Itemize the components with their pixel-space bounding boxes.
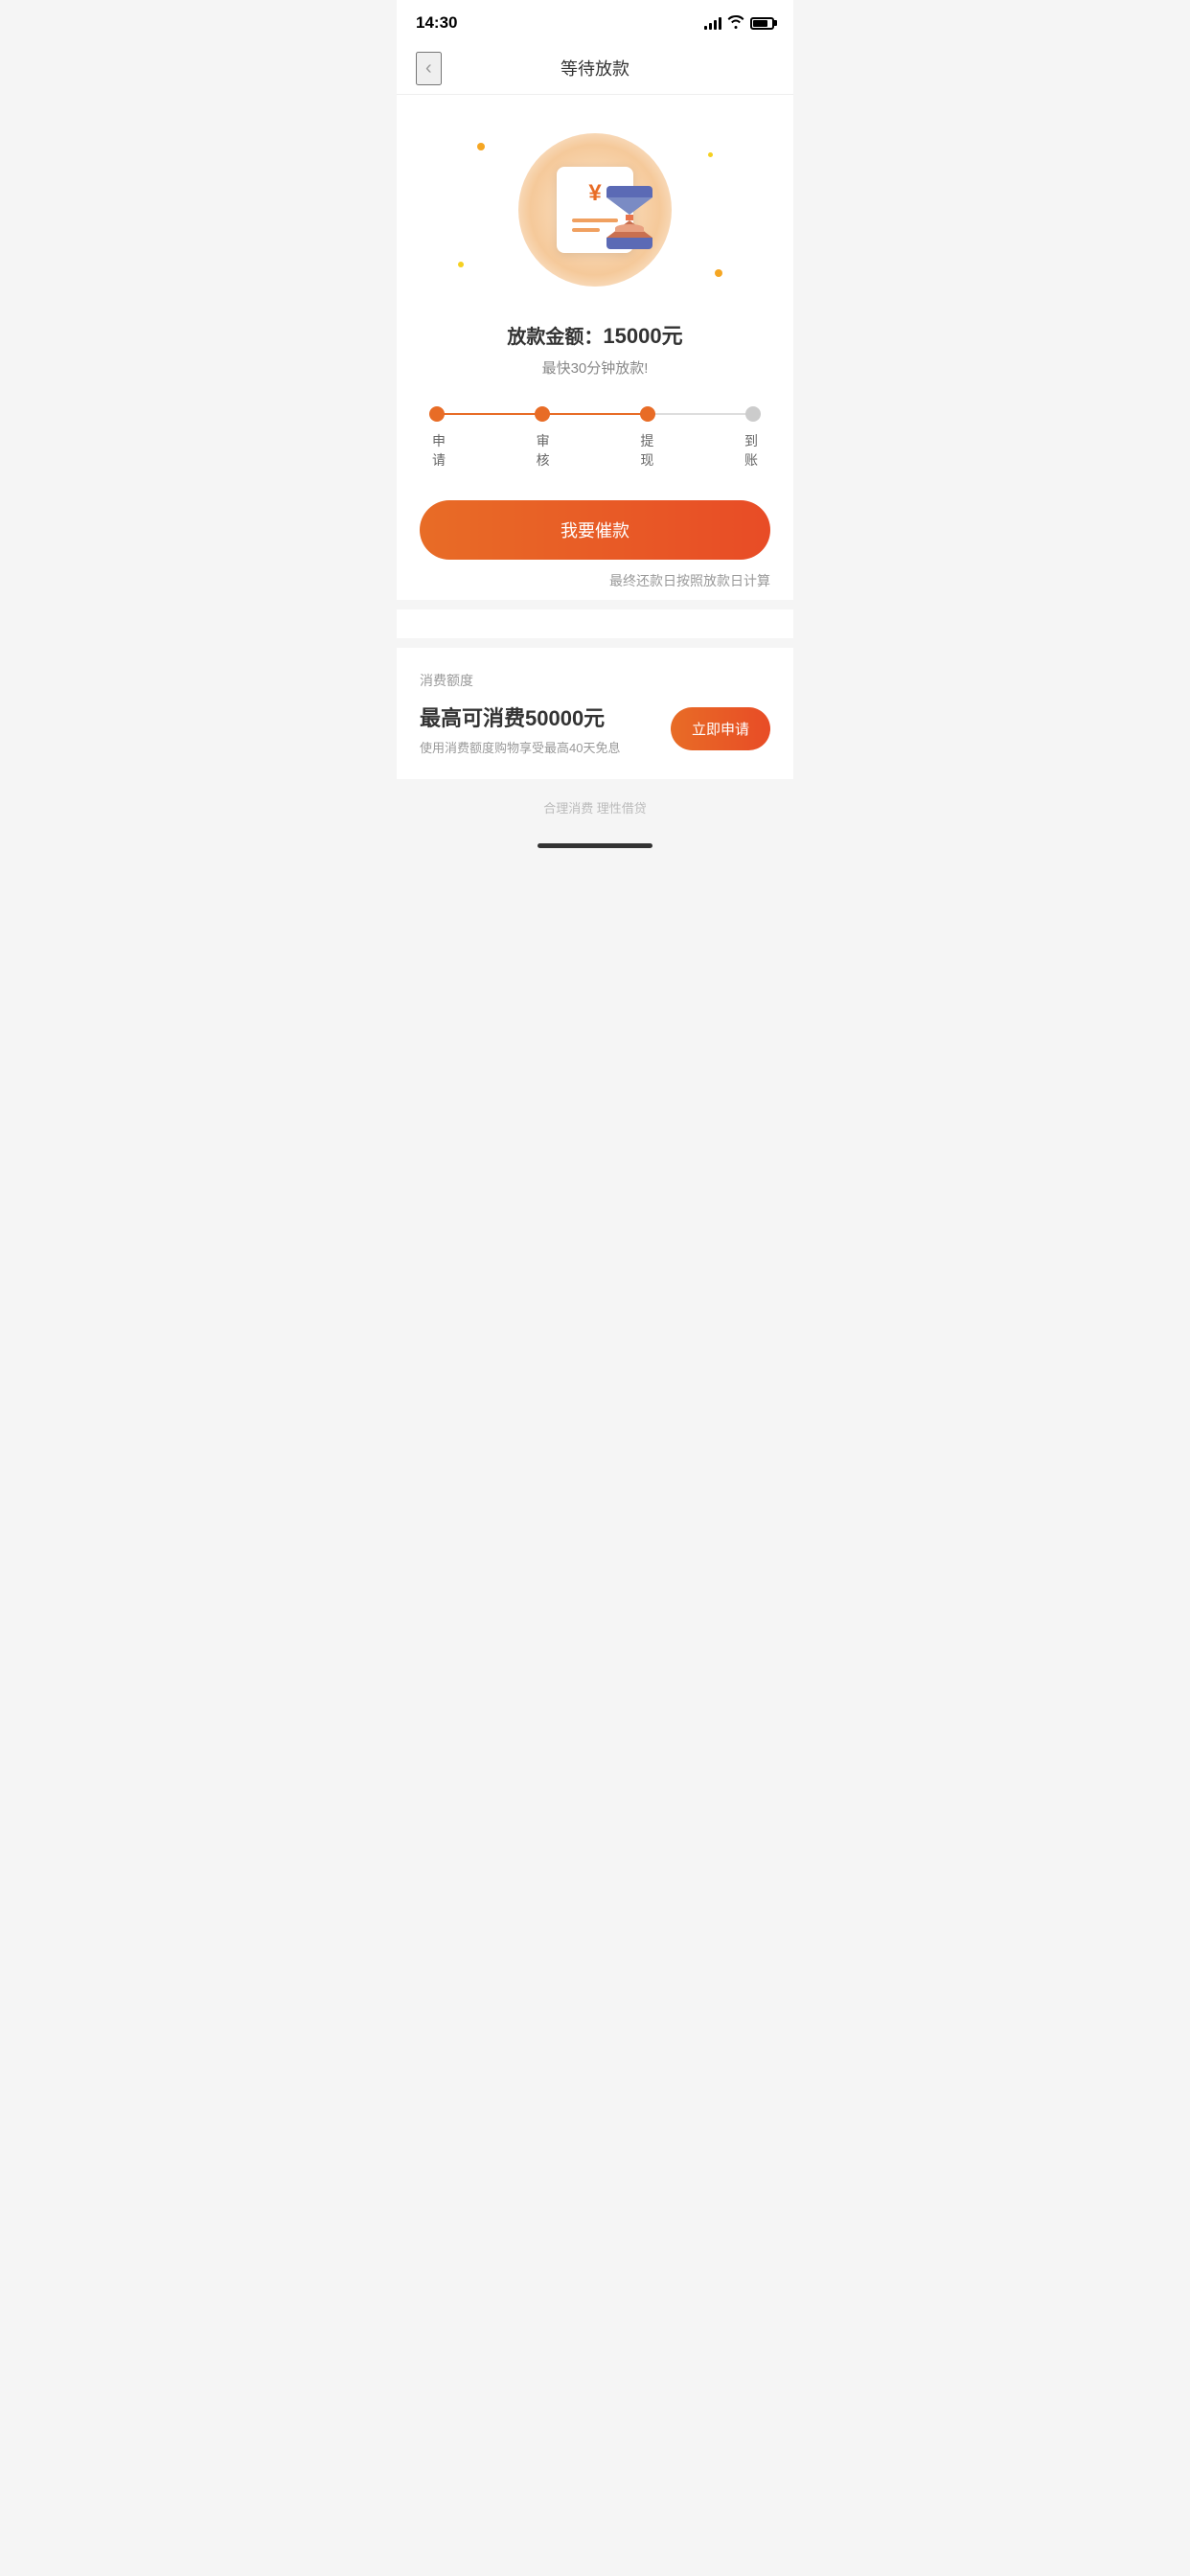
- amount-subtext: 最快30分钟放款!: [420, 357, 770, 378]
- credit-info: 最高可消费50000元 使用消费额度购物享受最高40天免息: [420, 702, 671, 756]
- credit-section-label: 消费额度: [420, 671, 770, 690]
- status-bar: 14:30: [397, 0, 793, 42]
- doc-line-2: [572, 228, 600, 232]
- deco-dot-3: [715, 269, 722, 277]
- main-content: ¥: [397, 95, 793, 638]
- progress-steps: 申请 审核 提现 到账: [420, 406, 770, 470]
- apply-button[interactable]: 立即申请: [671, 707, 770, 750]
- progress-track: [429, 406, 761, 422]
- urge-payment-button[interactable]: 我要催款: [420, 500, 770, 560]
- hourglass: [606, 186, 652, 243]
- yen-symbol: ¥: [588, 180, 601, 207]
- step-dot-3: [640, 406, 655, 422]
- illustration-area: ¥: [420, 124, 770, 296]
- footer-note: 合理消费 理性借贷: [397, 779, 793, 826]
- deco-dot-1: [477, 143, 485, 150]
- hourglass-illustration: [606, 186, 652, 243]
- step-dot-2: [535, 406, 550, 422]
- step-label-2: 审核: [536, 431, 551, 470]
- footer-text: 合理消费 理性借贷: [543, 801, 647, 816]
- home-bar: [538, 843, 652, 848]
- amount-prefix: 放款金额：: [507, 327, 603, 348]
- signal-icon: [704, 16, 721, 30]
- credit-body: 最高可消费50000元 使用消费额度购物享受最高40天免息 立即申请: [420, 702, 770, 756]
- credit-amount: 最高可消费50000元: [420, 702, 671, 732]
- step-dot-4: [745, 406, 761, 422]
- wifi-icon: [727, 15, 744, 32]
- back-button[interactable]: ‹: [416, 52, 442, 85]
- step-dot-1: [429, 406, 445, 422]
- home-indicator: [397, 826, 793, 864]
- hg-top: [606, 186, 652, 197]
- status-time: 14:30: [416, 13, 457, 33]
- section-divider: [397, 600, 793, 610]
- amount-label: 放款金额：15000元: [420, 319, 770, 350]
- battery-icon: [750, 17, 774, 30]
- deco-dot-2: [458, 262, 464, 267]
- status-icons: [704, 15, 774, 32]
- hg-bottom: [606, 238, 652, 249]
- credit-section: 消费额度 最高可消费50000元 使用消费额度购物享受最高40天免息 立即申请: [397, 648, 793, 779]
- hg-sand: [615, 224, 644, 232]
- page-header: ‹ 等待放款: [397, 42, 793, 95]
- credit-desc: 使用消费额度购物享受最高40天免息: [420, 738, 671, 756]
- document-card: ¥: [557, 167, 633, 253]
- amount-value: 15000元: [603, 324, 682, 348]
- deco-dot-4: [708, 152, 713, 157]
- repay-note: 最终还款日按照放款日计算: [420, 571, 770, 590]
- progress-labels: 申请 审核 提现 到账: [429, 431, 761, 470]
- illustration-circle: ¥: [518, 133, 672, 287]
- step-label-3: 提现: [639, 431, 654, 470]
- amount-section: 放款金额：15000元 最快30分钟放款!: [420, 319, 770, 378]
- step-label-1: 申请: [431, 431, 446, 470]
- hg-upper: [606, 197, 652, 215]
- page-title: 等待放款: [561, 56, 629, 80]
- step-label-4: 到账: [744, 431, 759, 470]
